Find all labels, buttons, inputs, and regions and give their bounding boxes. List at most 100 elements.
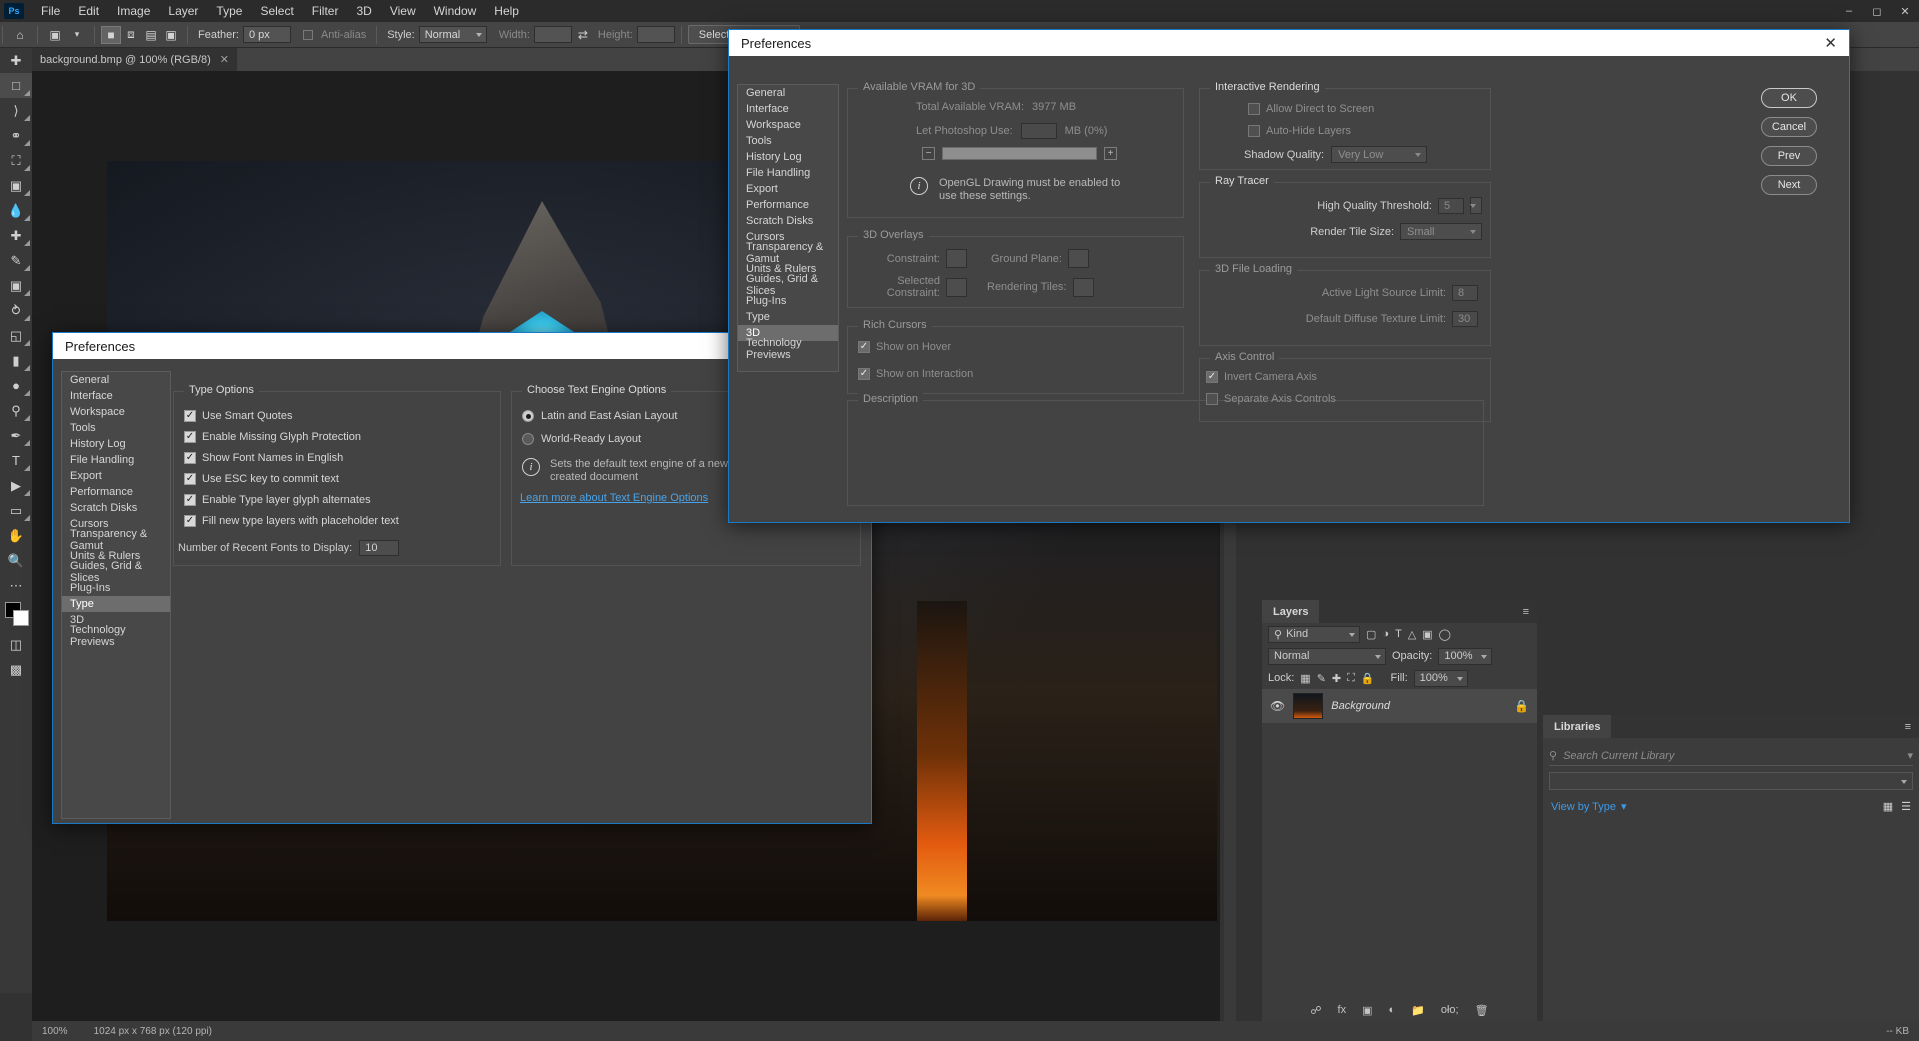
- checkbox-use-esc-key-to-commit-text[interactable]: ✓ Use ESC key to commit text: [184, 473, 339, 485]
- zoom-level[interactable]: 100%: [42, 1026, 68, 1037]
- active-light-source-limit-input[interactable]: 8: [1452, 285, 1478, 301]
- eraser-tool[interactable]: ◱: [0, 323, 32, 348]
- nav-item-history-log[interactable]: History Log: [738, 149, 838, 165]
- minimize-icon[interactable]: –: [1835, 0, 1863, 22]
- preferences-nav-list[interactable]: General Interface Workspace Tools Histor…: [737, 84, 839, 372]
- hand-tool[interactable]: ✋: [0, 523, 32, 548]
- chevron-down-icon[interactable]: ▾: [1621, 800, 1627, 813]
- clone-stamp-tool[interactable]: ▣: [0, 273, 32, 298]
- rectangle-tool[interactable]: ▭: [0, 498, 32, 523]
- nav-item-scratch-disks[interactable]: Scratch Disks: [62, 500, 170, 516]
- eyedropper-tool[interactable]: 💧: [0, 198, 32, 223]
- nav-item-general[interactable]: General: [62, 372, 170, 388]
- nav-item-tools[interactable]: Tools: [62, 420, 170, 436]
- gradient-tool[interactable]: ▮: [0, 348, 32, 373]
- nav-item-performance[interactable]: Performance: [62, 484, 170, 500]
- nav-item-interface[interactable]: Interface: [62, 388, 170, 404]
- nav-item-tools[interactable]: Tools: [738, 133, 838, 149]
- new-group-icon[interactable]: 📁: [1411, 1004, 1425, 1017]
- menu-help[interactable]: Help: [485, 0, 528, 22]
- subtract-from-selection-icon[interactable]: ▤: [141, 26, 161, 44]
- menu-file[interactable]: File: [32, 0, 69, 22]
- layer-style-icon[interactable]: fx: [1338, 1004, 1347, 1016]
- radio-world-ready-layout[interactable]: World-Ready Layout: [522, 433, 641, 445]
- spot-healing-brush-tool[interactable]: ✚: [0, 223, 32, 248]
- preferences-nav-list[interactable]: General Interface Workspace Tools Histor…: [61, 371, 171, 819]
- close-icon[interactable]: ✕: [1891, 0, 1919, 22]
- nav-item-performance[interactable]: Performance: [738, 197, 838, 213]
- lock-all-icon[interactable]: 🔒: [1361, 672, 1375, 685]
- panel-menu-icon[interactable]: ≡: [1905, 721, 1919, 733]
- nav-item-export[interactable]: Export: [738, 181, 838, 197]
- filter-type-icon[interactable]: T: [1395, 628, 1402, 640]
- high-quality-threshold-stepper[interactable]: [1470, 197, 1482, 214]
- nav-item-general[interactable]: General: [738, 85, 838, 101]
- rendering-tiles-color-swatch[interactable]: [1072, 277, 1094, 297]
- frame-tool[interactable]: ▣: [0, 173, 32, 198]
- nav-item-workspace[interactable]: Workspace: [62, 404, 170, 420]
- delete-layer-icon[interactable]: 🗑: [1475, 1004, 1489, 1017]
- lock-transparent-pixels-icon[interactable]: ▦: [1300, 672, 1310, 685]
- learn-more-link[interactable]: Learn more about Text Engine Options: [520, 492, 708, 504]
- menu-view[interactable]: View: [381, 0, 425, 22]
- nav-item-type[interactable]: Type: [738, 309, 838, 325]
- adjustment-layer-icon[interactable]: ◐: [1389, 1004, 1396, 1016]
- menu-image[interactable]: Image: [108, 0, 159, 22]
- rectangular-marquee-icon[interactable]: ▣: [44, 25, 66, 45]
- checkbox-allow-direct-to-screen[interactable]: Allow Direct to Screen: [1248, 103, 1374, 115]
- nav-item-technology-previews[interactable]: Technology Previews: [62, 624, 170, 648]
- checkbox-auto-hide-layers[interactable]: Auto-Hide Layers: [1248, 125, 1351, 137]
- lock-image-pixels-icon[interactable]: ✎: [1317, 672, 1326, 685]
- render-tile-size-select[interactable]: Small: [1400, 223, 1482, 240]
- color-swatches[interactable]: [0, 598, 32, 632]
- nav-item-interface[interactable]: Interface: [738, 101, 838, 117]
- recent-fonts-input[interactable]: 10: [359, 540, 400, 556]
- blend-mode-select[interactable]: Normal: [1268, 647, 1386, 665]
- menu-type[interactable]: Type: [207, 0, 251, 22]
- menu-3d[interactable]: 3D: [347, 0, 380, 22]
- prev-button[interactable]: Prev: [1761, 146, 1817, 166]
- nav-item-file-handling[interactable]: File Handling: [62, 452, 170, 468]
- nav-item-scratch-disks[interactable]: Scratch Disks: [738, 213, 838, 229]
- close-icon[interactable]: ✕: [1824, 34, 1837, 52]
- height-input[interactable]: [636, 26, 675, 43]
- library-search-row[interactable]: ⚲ Search Current Library ▾: [1549, 746, 1913, 766]
- checkbox-show-on-hover[interactable]: ✓ Show on Hover: [858, 341, 951, 353]
- maximize-icon[interactable]: ◻: [1863, 0, 1891, 22]
- edit-toolbar-tool[interactable]: ⋯: [0, 573, 32, 598]
- dodge-tool[interactable]: ⚲: [0, 398, 32, 423]
- nav-item-transparency-gamut[interactable]: Transparency & Gamut: [738, 241, 838, 265]
- link-layers-icon[interactable]: ☍: [1310, 1004, 1321, 1017]
- style-select[interactable]: Normal: [418, 26, 487, 43]
- grid-view-icon[interactable]: ▦: [1883, 800, 1893, 813]
- selected-constraint-color-swatch[interactable]: [946, 277, 967, 297]
- pen-tool[interactable]: ✒: [0, 423, 32, 448]
- nav-item-type[interactable]: Type: [62, 596, 170, 612]
- nav-item-file-handling[interactable]: File Handling: [738, 165, 838, 181]
- checkbox-show-font-names-in-english[interactable]: ✓ Show Font Names in English: [184, 452, 343, 464]
- layer-row-background[interactable]: 👁 Background 🔒: [1262, 689, 1537, 723]
- menu-select[interactable]: Select: [251, 0, 302, 22]
- quick-selection-tool[interactable]: ⚭: [0, 123, 32, 148]
- intersect-selection-icon[interactable]: ▣: [161, 26, 181, 44]
- next-button[interactable]: Next: [1761, 175, 1817, 195]
- nav-item-guides-grid-slices[interactable]: Guides, Grid & Slices: [738, 273, 838, 297]
- filter-smart-object-icon[interactable]: ▣: [1422, 628, 1432, 641]
- feather-input[interactable]: 0 px: [242, 26, 291, 43]
- opacity-input[interactable]: 100%: [1438, 647, 1493, 665]
- ok-button[interactable]: OK: [1761, 88, 1817, 108]
- lock-artboard-icon[interactable]: ⛶: [1347, 672, 1355, 685]
- shadow-quality-select[interactable]: Very Low: [1331, 146, 1428, 163]
- filter-pixel-icon[interactable]: ▢: [1366, 628, 1376, 641]
- lasso-tool[interactable]: ⟩: [0, 98, 32, 123]
- view-by-type-label[interactable]: View by Type: [1551, 801, 1616, 813]
- layer-name[interactable]: Background: [1331, 700, 1390, 712]
- list-view-icon[interactable]: ☰: [1901, 800, 1911, 813]
- eye-icon[interactable]: 👁: [1270, 699, 1285, 713]
- checkbox-show-on-interaction[interactable]: ✓ Show on Interaction: [858, 368, 973, 380]
- let-photoshop-use-input[interactable]: [1020, 123, 1057, 139]
- nav-item-guides-grid-slices[interactable]: Guides, Grid & Slices: [62, 560, 170, 584]
- blur-tool[interactable]: ●: [0, 373, 32, 398]
- nav-item-transparency-gamut[interactable]: Transparency & Gamut: [62, 528, 170, 552]
- document-tab[interactable]: background.bmp @ 100% (RGB/8) ✕: [32, 48, 237, 71]
